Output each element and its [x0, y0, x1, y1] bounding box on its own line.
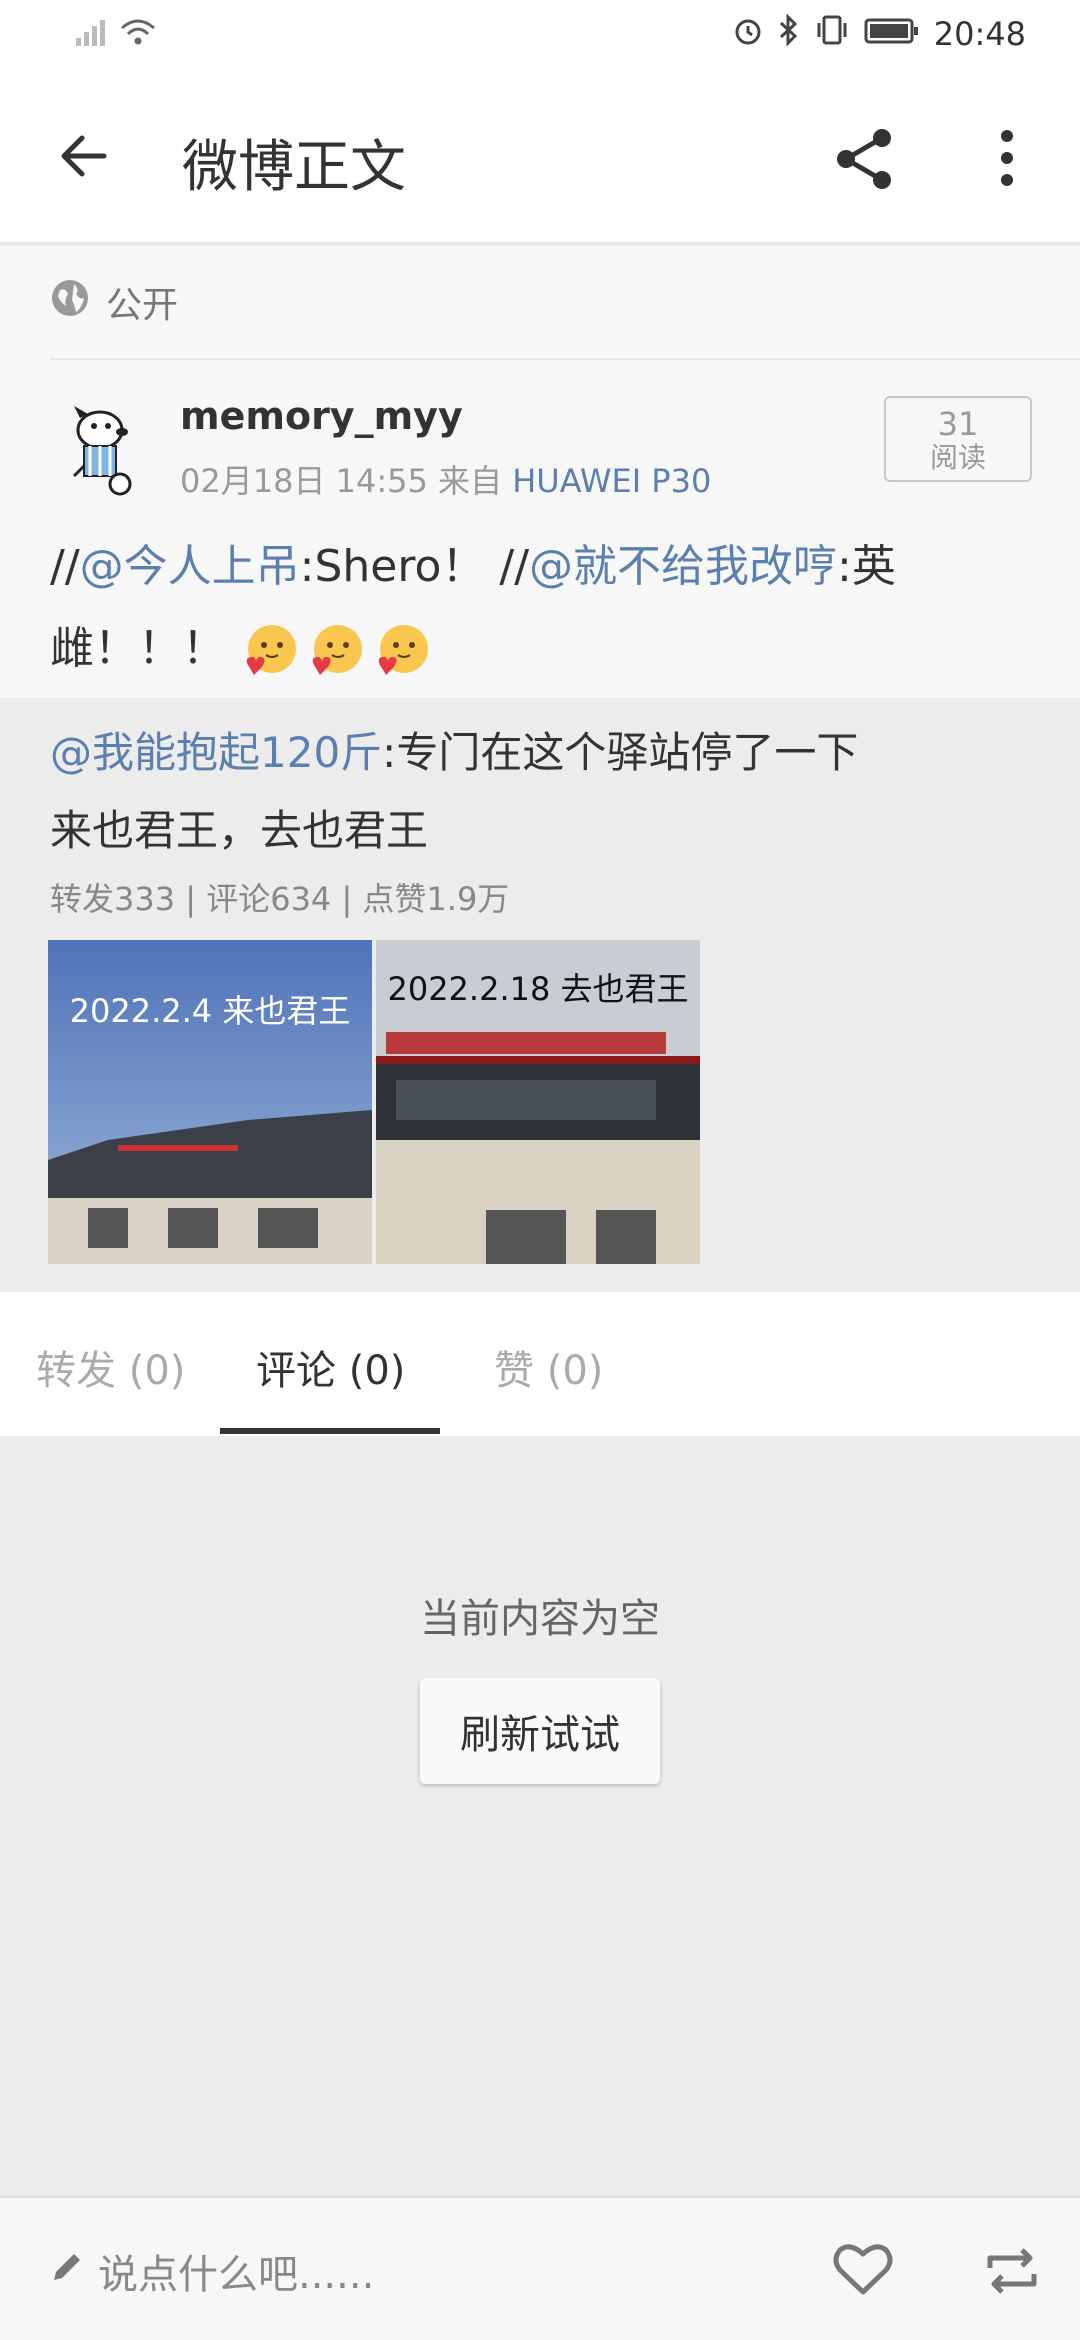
visibility-indicator: 公开 — [50, 276, 178, 328]
page-title: 微博正文 — [182, 135, 406, 200]
globe-icon — [50, 278, 90, 327]
photo-caption: 2022.2.4 来也君王 — [69, 992, 351, 1030]
author-name[interactable]: memory_myy — [180, 394, 463, 438]
signal-icon — [76, 18, 110, 50]
read-count-badge: 31 阅读 — [884, 396, 1032, 482]
clock-time: 20:48 — [933, 15, 1026, 53]
mention-link[interactable]: @就不给我改哼 — [529, 541, 837, 592]
text-prefix: // — [50, 541, 80, 592]
photo-grid: 2022.2.4 来也君王 2022.2.18 去也君王 — [48, 940, 700, 1264]
like-heart-icon[interactable] — [832, 2240, 894, 2298]
visibility-label: 公开 — [106, 285, 179, 326]
bluetooth-icon — [778, 13, 800, 54]
tab-comments[interactable]: 评论 (0) — [256, 1338, 405, 1396]
bottom-action-bar: 说点什么吧...... — [0, 2196, 1080, 2340]
original-stats: 转发333 | 评论634 | 点赞1.9万 — [50, 880, 510, 918]
refresh-button[interactable]: 刷新试试 — [420, 1678, 660, 1784]
tab-likes[interactable]: 赞 (0) — [494, 1338, 603, 1396]
interaction-tabs: 转发 (0) 评论 (0) 赞 (0) — [0, 1292, 1080, 1436]
mention-link[interactable]: @今人上吊 — [80, 541, 300, 592]
tab-reposts[interactable]: 转发 (0) — [36, 1338, 185, 1396]
share-icon[interactable] — [832, 126, 898, 192]
empty-message: 当前内容为空 — [420, 1596, 660, 1642]
reposted-original[interactable]: @我能抱起120斤:专门在这个驿站停了一下 来也君王，去也君王 转发333 | … — [0, 698, 1080, 1292]
empty-state: 当前内容为空 刷新试试 — [0, 1436, 1080, 2196]
photo-thumbnail[interactable]: 2022.2.4 来也君王 — [48, 940, 372, 1264]
photo-caption: 2022.2.18 去也君王 — [387, 970, 689, 1008]
hugging-emoji-icon — [306, 621, 366, 681]
wifi-icon — [120, 18, 156, 50]
back-arrow-icon[interactable] — [54, 126, 114, 186]
read-count: 31 — [937, 405, 979, 443]
source-prefix: 来自 — [438, 462, 503, 500]
app-bar: 微博正文 — [0, 76, 1080, 244]
original-line: :专门在这个驿站停了一下 — [382, 728, 859, 777]
avatar[interactable] — [50, 396, 152, 498]
post-body: //@今人上吊:Shero！ //@就不给我改哼:英雌！！！ — [50, 526, 1040, 690]
original-body: @我能抱起120斤:专门在这个驿站停了一下 来也君王，去也君王 — [50, 714, 1040, 870]
alarm-icon — [732, 14, 764, 54]
divider — [50, 358, 1080, 360]
post-date: 02月18日 14:55 — [180, 462, 428, 500]
post-meta: 02月18日 14:55 来自 HUAWEI P30 — [180, 456, 711, 502]
post-card: 公开 memory_myy 02月18日 14:55 来自 HUAWEI P30… — [0, 246, 1080, 698]
comment-input[interactable]: 说点什么吧...... — [98, 2242, 374, 2300]
battery-icon — [864, 15, 920, 53]
active-tab-indicator — [220, 1428, 440, 1434]
hugging-emoji-icon — [372, 621, 432, 681]
original-line: 来也君王，去也君王 — [50, 806, 429, 855]
read-label: 阅读 — [929, 441, 986, 474]
photo-thumbnail[interactable]: 2022.2.18 去也君王 — [376, 940, 700, 1264]
repost-icon[interactable] — [982, 2242, 1042, 2300]
text-part: :Shero！ // — [299, 541, 530, 592]
vibrate-icon — [814, 14, 850, 54]
status-bar: 20:48 — [0, 0, 1080, 76]
pencil-icon — [50, 2250, 84, 2284]
hugging-emoji-icon — [240, 621, 300, 681]
post-device[interactable]: HUAWEI P30 — [512, 462, 711, 500]
mention-link[interactable]: @我能抱起120斤 — [50, 728, 382, 777]
more-options-icon[interactable] — [992, 128, 1022, 188]
